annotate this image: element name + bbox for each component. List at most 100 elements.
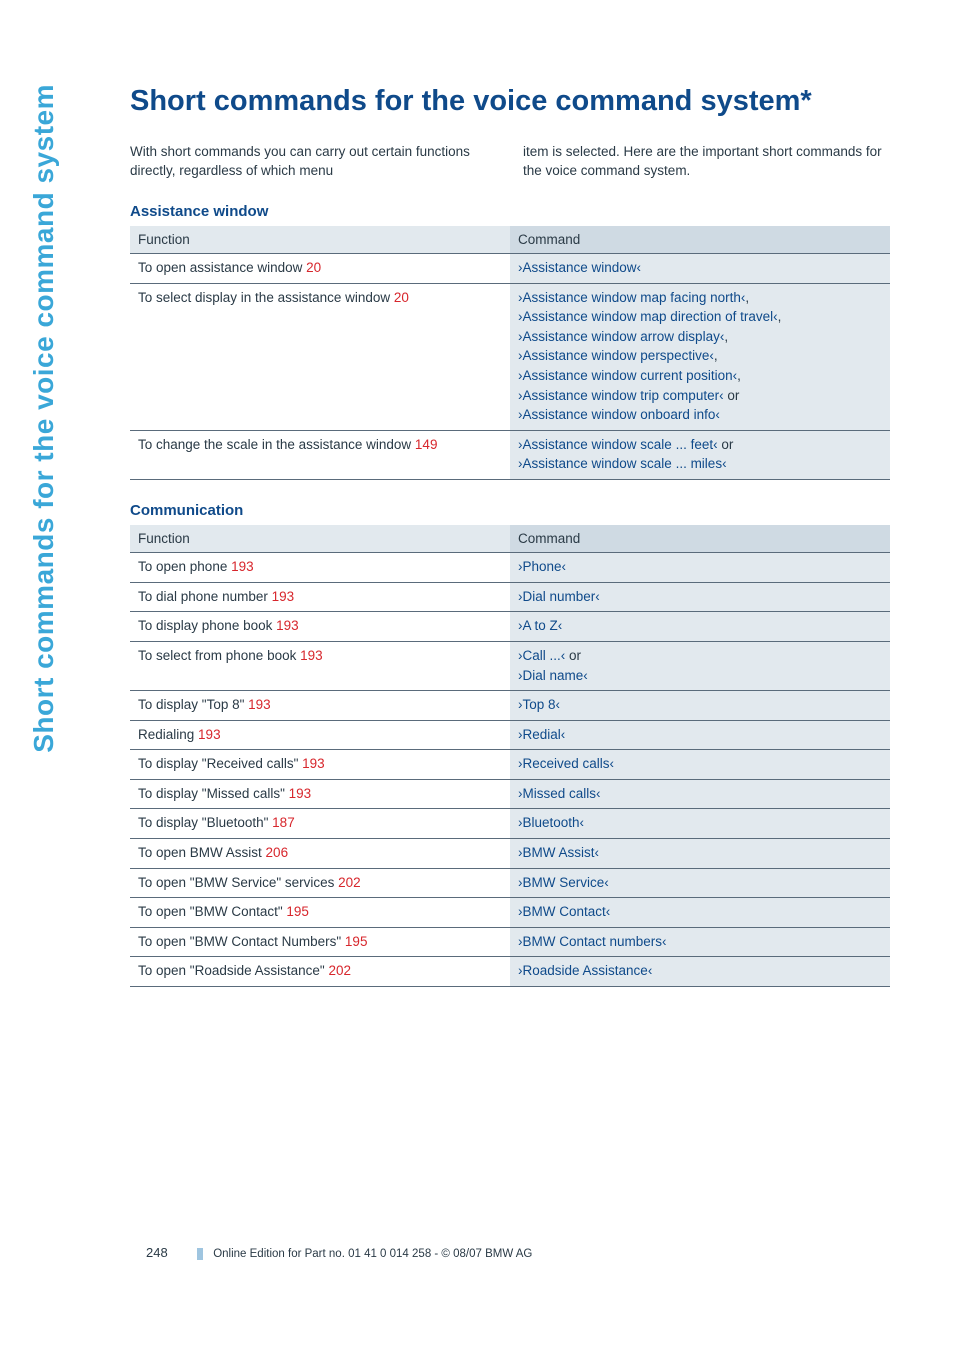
function-text: To open "Roadside Assistance" xyxy=(138,963,328,978)
command-text: , xyxy=(745,290,749,305)
footer-edition-text: Online Edition for Part no. 01 41 0 014 … xyxy=(197,1248,532,1260)
command-cell: ›BMW Assist‹ xyxy=(510,838,890,868)
function-cell: To select display in the assistance wind… xyxy=(130,283,510,430)
function-cell: To open phone 193 xyxy=(130,553,510,583)
function-text: To open BMW Assist xyxy=(138,845,266,860)
col-header-function: Function xyxy=(130,226,510,254)
page-reference-link[interactable]: 149 xyxy=(415,437,438,452)
page-reference-link[interactable]: 187 xyxy=(272,815,295,830)
function-cell: To select from phone book 193 xyxy=(130,642,510,691)
command-text: ›BMW Service‹ xyxy=(518,875,609,890)
command-text: or xyxy=(724,388,740,403)
command-text: ›Assistance window scale ... miles‹ xyxy=(518,456,727,471)
function-cell: To open BMW Assist 206 xyxy=(130,838,510,868)
page-reference-link[interactable]: 193 xyxy=(272,589,295,604)
command-cell: ›BMW Contact‹ xyxy=(510,898,890,928)
function-cell: To open "BMW Contact Numbers" 195 xyxy=(130,927,510,957)
command-text: ›Assistance window scale ... feet‹ xyxy=(518,437,718,452)
intro-right: item is selected. Here are the important… xyxy=(523,143,890,181)
page-reference-link[interactable]: 193 xyxy=(276,618,299,633)
function-cell: To display "Top 8" 193 xyxy=(130,691,510,721)
function-text: To select display in the assistance wind… xyxy=(138,290,394,305)
command-cell: ›Dial number‹ xyxy=(510,582,890,612)
page-footer: 248 Online Edition for Part no. 01 41 0 … xyxy=(130,1245,890,1260)
command-text: ›Received calls‹ xyxy=(518,756,614,771)
command-text: ›BMW Contact‹ xyxy=(518,904,610,919)
function-cell: Redialing 193 xyxy=(130,720,510,750)
table-row: To open "BMW Contact Numbers" 195 ›BMW Co… xyxy=(130,927,890,957)
command-text: , xyxy=(737,368,741,383)
command-cell: ›BMW Service‹ xyxy=(510,868,890,898)
section-heading-assistance: Assistance window xyxy=(130,203,890,220)
command-cell: ›Redial‹ xyxy=(510,720,890,750)
command-cell: ›Received calls‹ xyxy=(510,750,890,780)
page-reference-link[interactable]: 193 xyxy=(198,727,221,742)
page-reference-link[interactable]: 195 xyxy=(286,904,309,919)
function-text: To open "BMW Service" services xyxy=(138,875,338,890)
command-text: ›BMW Contact numbers‹ xyxy=(518,934,667,949)
command-cell: ›Call ...‹ or›Dial name‹ xyxy=(510,642,890,691)
function-cell: To open "Roadside Assistance" 202 xyxy=(130,957,510,987)
intro-columns: With short commands you can carry out ce… xyxy=(130,143,890,181)
page-reference-link[interactable]: 195 xyxy=(345,934,368,949)
function-text: To select from phone book xyxy=(138,648,300,663)
function-cell: To display "Bluetooth" 187 xyxy=(130,809,510,839)
command-cell: ›Roadside Assistance‹ xyxy=(510,957,890,987)
table-row: To open "Roadside Assistance" 202 ›Roadsi… xyxy=(130,957,890,987)
table-row: To display "Top 8" 193 ›Top 8‹ xyxy=(130,691,890,721)
page-reference-link[interactable]: 193 xyxy=(248,697,271,712)
command-text: ›BMW Assist‹ xyxy=(518,845,599,860)
function-text: To display "Bluetooth" xyxy=(138,815,272,830)
page-number: 248 xyxy=(130,1245,194,1260)
table-row: To open "BMW Service" services 202 ›BMW S… xyxy=(130,868,890,898)
command-text: ›Top 8‹ xyxy=(518,697,560,712)
intro-left: With short commands you can carry out ce… xyxy=(130,143,497,181)
col-header-function: Function xyxy=(130,525,510,553)
command-text: ›Missed calls‹ xyxy=(518,786,601,801)
command-cell: ›Bluetooth‹ xyxy=(510,809,890,839)
command-cell: ›Missed calls‹ xyxy=(510,779,890,809)
command-text: ›Roadside Assistance‹ xyxy=(518,963,652,978)
command-text: ›Assistance window onboard info‹ xyxy=(518,407,720,422)
command-cell: ›Assistance window scale ... feet‹ or ›As… xyxy=(510,430,890,479)
command-text: ›Phone‹ xyxy=(518,559,566,574)
section-heading-communication: Communication xyxy=(130,502,890,519)
page-reference-link[interactable]: 202 xyxy=(338,875,361,890)
command-cell: ›Phone‹ xyxy=(510,553,890,583)
command-cell: ›Top 8‹ xyxy=(510,691,890,721)
function-cell: To display phone book 193 xyxy=(130,612,510,642)
page-reference-link[interactable]: 193 xyxy=(231,559,254,574)
command-cell: ›Assistance window map facing north‹,›As… xyxy=(510,283,890,430)
command-cell: ›Assistance window‹ xyxy=(510,254,890,284)
command-text: ›Assistance window perspective‹ xyxy=(518,348,714,363)
page-reference-link[interactable]: 20 xyxy=(394,290,409,305)
function-text: To display "Received calls" xyxy=(138,756,302,771)
function-text: Redialing xyxy=(138,727,198,742)
table-assistance-body: To open assistance window 20 ›Assistance … xyxy=(130,254,890,480)
table-row: To display "Received calls" 193 ›Received… xyxy=(130,750,890,780)
function-text: To open assistance window xyxy=(138,260,306,275)
function-text: To display phone book xyxy=(138,618,276,633)
table-assistance: Function Command To open assistance wind… xyxy=(130,226,890,480)
table-row: Redialing 193›Redial‹ xyxy=(130,720,890,750)
col-header-command: Command xyxy=(510,226,890,254)
page-reference-link[interactable]: 193 xyxy=(289,786,312,801)
table-row: To dial phone number 193 ›Dial number‹ xyxy=(130,582,890,612)
page-reference-link[interactable]: 193 xyxy=(300,648,323,663)
command-text: , xyxy=(724,329,728,344)
table-row: To open "BMW Contact" 195 ›BMW Contact‹ xyxy=(130,898,890,928)
command-text: or xyxy=(718,437,734,452)
page-reference-link[interactable]: 20 xyxy=(306,260,321,275)
table-row: To open BMW Assist 206 ›BMW Assist‹ xyxy=(130,838,890,868)
function-text: To open "BMW Contact" xyxy=(138,904,286,919)
page-reference-link[interactable]: 202 xyxy=(328,963,351,978)
command-text: ›Assistance window‹ xyxy=(518,260,641,275)
function-cell: To dial phone number 193 xyxy=(130,582,510,612)
function-text: To dial phone number xyxy=(138,589,272,604)
command-text: ›Call ...‹ xyxy=(518,648,565,663)
table-row: To display "Missed calls" 193›Missed cal… xyxy=(130,779,890,809)
page-reference-link[interactable]: 193 xyxy=(302,756,325,771)
page-reference-link[interactable]: 206 xyxy=(266,845,289,860)
command-text: ›Dial number‹ xyxy=(518,589,600,604)
function-text: To open "BMW Contact Numbers" xyxy=(138,934,345,949)
